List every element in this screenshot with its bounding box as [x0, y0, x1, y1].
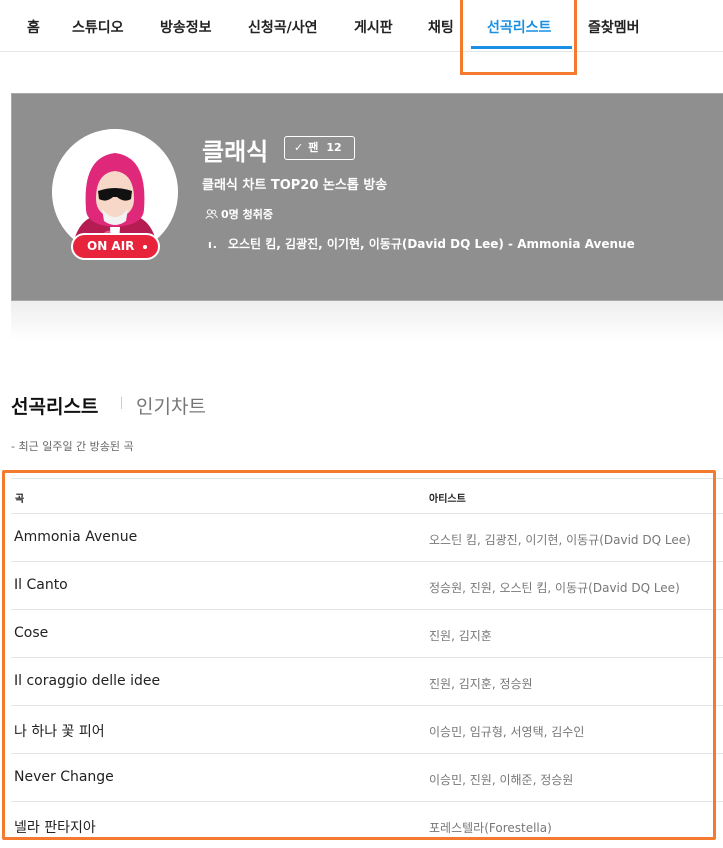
channel-banner: ON AIR 클래식 ✓ 팬 12 클래식 차트 TOP20 논스톱 방송 0명 청…	[11, 93, 723, 301]
now-playing: ı. 오스틴 킴, 김광진, 이기현, 이동규(David DQ Lee) - A…	[208, 235, 635, 252]
channel-description: 클래식 차트 TOP20 논스톱 방송	[202, 178, 388, 193]
tab-board[interactable]: 게시판	[354, 0, 393, 52]
tab-studio[interactable]: 스튜디오	[72, 0, 124, 52]
equalizer-icon: ı.	[208, 238, 218, 251]
section-divider	[121, 397, 122, 409]
top-nav: 홈 스튜디오 방송정보 신청곡/사연 게시판 채팅 선곡리스트 즐찾멤버	[0, 0, 723, 52]
banner-shadow	[11, 301, 723, 341]
listener-text: 0명 청취중	[221, 208, 273, 221]
tab-chat[interactable]: 채팅	[428, 0, 454, 52]
on-air-badge: ON AIR	[71, 233, 160, 260]
channel-title: 클래식	[202, 138, 269, 166]
section-tab-popular-chart[interactable]: 인기차트	[136, 392, 206, 419]
tab-favorite-members[interactable]: 즐찾멤버	[588, 0, 640, 52]
highlight-box-tab	[460, 0, 577, 75]
fan-button[interactable]: ✓ 팬 12	[284, 136, 355, 160]
now-playing-text: 오스틴 킴, 김광진, 이기현, 이동규(David DQ Lee) - Amm…	[227, 237, 635, 251]
tab-home[interactable]: 홈	[27, 0, 40, 52]
listener-count: 0명 청취중	[205, 206, 273, 222]
fan-label: 팬	[308, 141, 319, 154]
tab-broadcast-info[interactable]: 방송정보	[160, 0, 212, 52]
check-icon: ✓	[294, 141, 304, 154]
on-air-dot-icon	[143, 245, 147, 249]
people-icon	[205, 209, 218, 219]
on-air-label: ON AIR	[87, 239, 135, 253]
section-title-playlist[interactable]: 선곡리스트	[11, 392, 98, 419]
section-note: - 최근 일주일 간 방송된 곡	[11, 440, 134, 453]
tab-requests[interactable]: 신청곡/사연	[248, 0, 318, 52]
fan-count: 12	[326, 141, 342, 154]
highlight-box-table	[2, 470, 716, 840]
